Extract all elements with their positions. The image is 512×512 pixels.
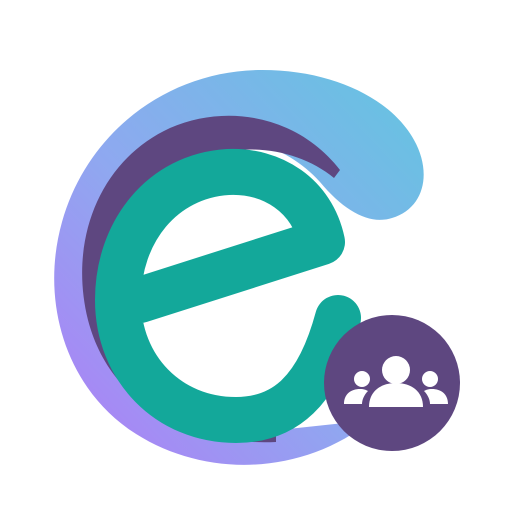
- app-icon: [0, 0, 512, 512]
- logo-graphic: [54, 70, 460, 465]
- letter-e: [95, 148, 361, 443]
